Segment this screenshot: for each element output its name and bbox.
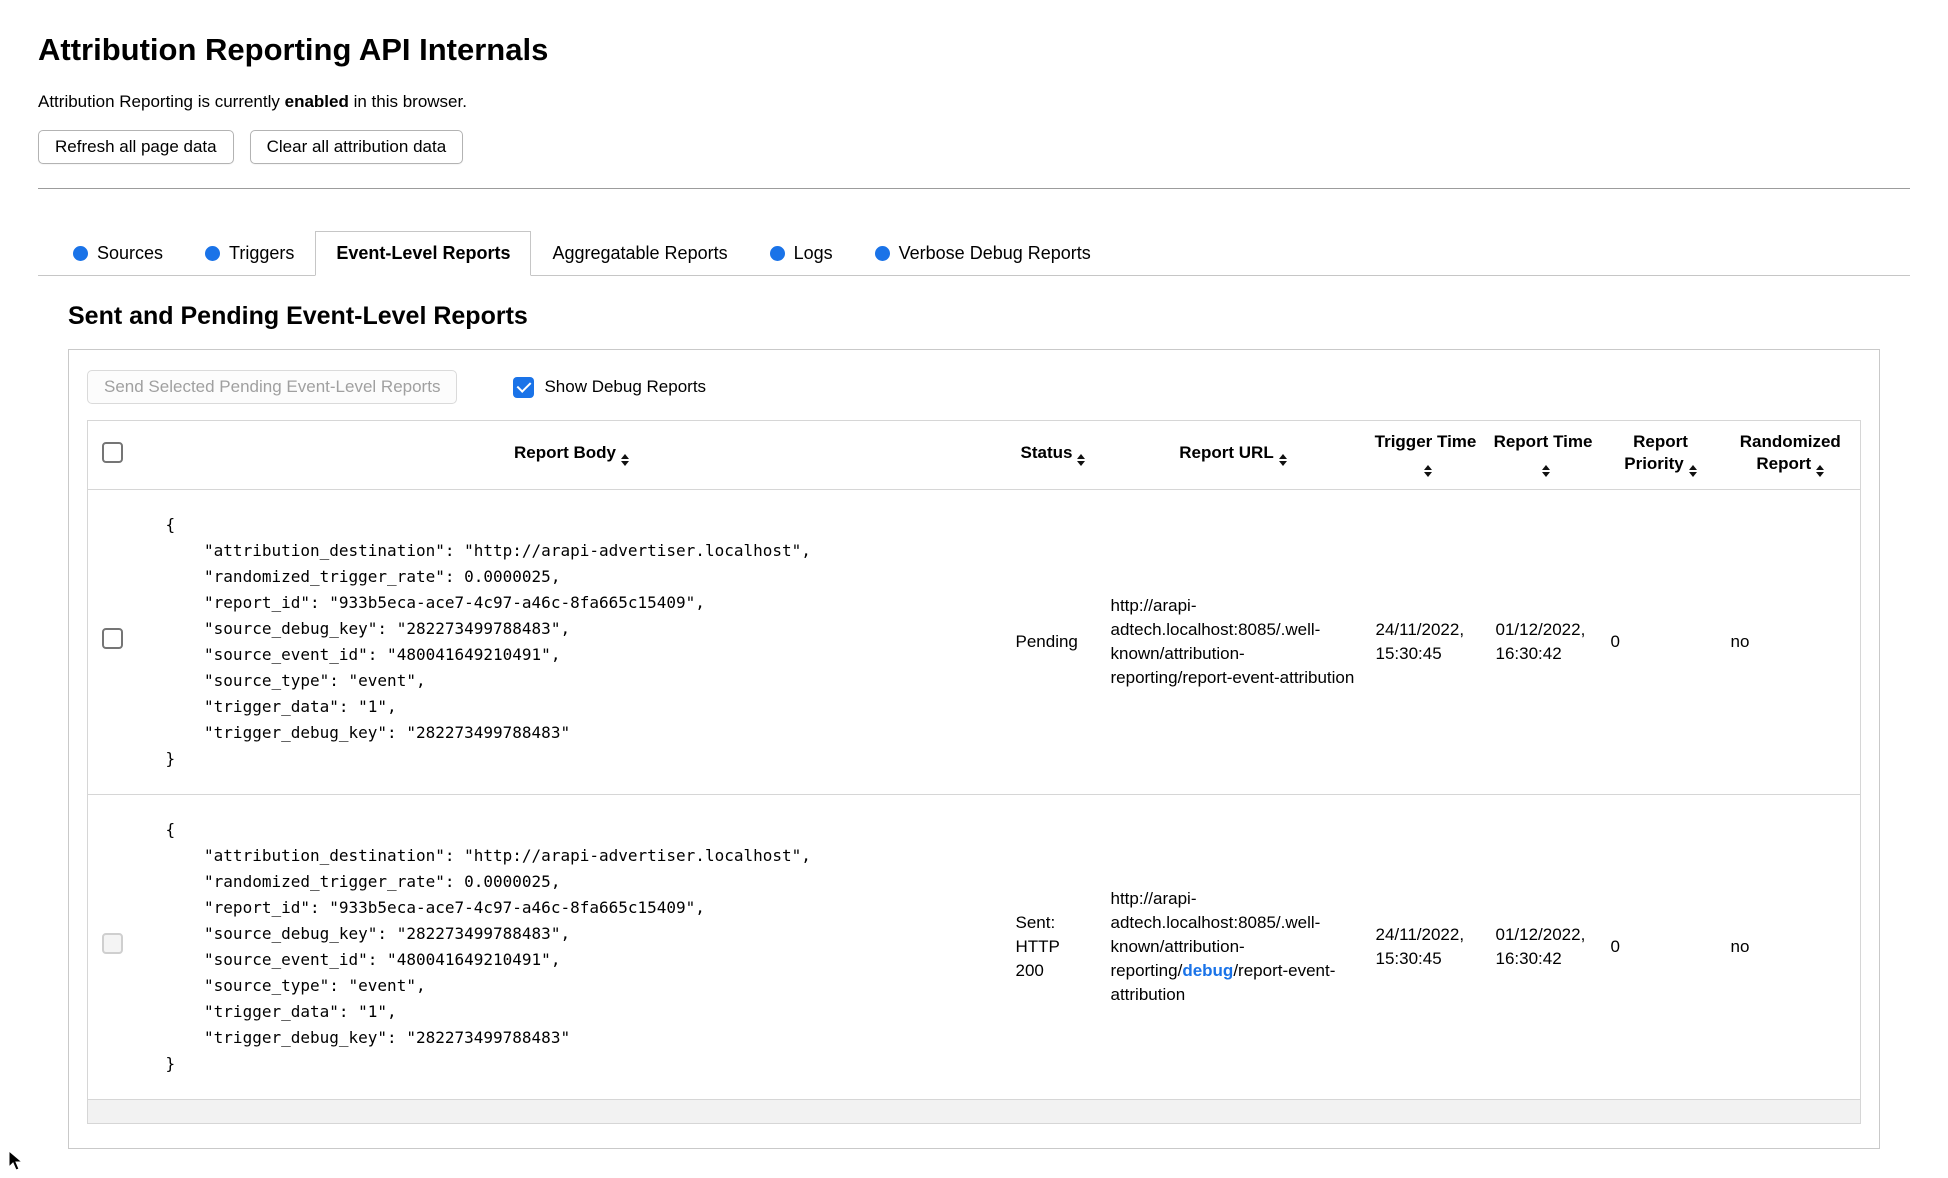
divider-line bbox=[38, 188, 1910, 189]
tab-verbose-debug-reports[interactable]: Verbose Debug Reports bbox=[854, 231, 1112, 276]
row-select-checkbox[interactable] bbox=[102, 628, 124, 649]
report-body-cell: { "attribution_destination": "http://ara… bbox=[137, 489, 1006, 795]
tab-bar: Sources Triggers Event-Level Reports Agg… bbox=[38, 231, 1910, 276]
column-header-label: Report Time bbox=[1493, 432, 1593, 451]
column-header-label: Report Priority bbox=[1624, 432, 1688, 473]
report-time-cell: 01/12/2022, 16:30:42 bbox=[1485, 794, 1601, 1100]
clear-all-button[interactable]: Clear all attribution data bbox=[249, 130, 464, 164]
column-header-label: Report URL bbox=[1179, 443, 1274, 462]
tab-label: Aggregatable Reports bbox=[552, 243, 728, 263]
sort-arrows-icon bbox=[1424, 465, 1432, 477]
sort-arrows-icon bbox=[1816, 465, 1825, 477]
show-debug-reports-toggle[interactable]: Show Debug Reports bbox=[513, 376, 707, 398]
table-footer-row bbox=[87, 1099, 1861, 1124]
tab-logs[interactable]: Logs bbox=[749, 231, 854, 276]
column-header-label: Trigger Time bbox=[1374, 432, 1477, 451]
column-header-randomized-report[interactable]: Randomized Report bbox=[1720, 420, 1861, 490]
event-level-reports-panel: Send Selected Pending Event-Level Report… bbox=[68, 349, 1880, 1149]
sort-arrows-icon bbox=[1077, 454, 1086, 466]
column-header-label: Report Body bbox=[514, 443, 616, 462]
report-body-json: { "attribution_destination": "http://ara… bbox=[165, 820, 811, 1073]
blue-dot-icon bbox=[73, 246, 88, 261]
sort-arrows-icon bbox=[621, 454, 629, 466]
report-controls: Send Selected Pending Event-Level Report… bbox=[87, 370, 1861, 404]
report-time-cell: 01/12/2022, 16:30:42 bbox=[1485, 489, 1601, 795]
mouse-cursor-icon bbox=[8, 1150, 24, 1171]
column-header-trigger-time[interactable]: Trigger Time bbox=[1365, 420, 1486, 490]
table-footer-strip bbox=[87, 1099, 1861, 1124]
status-line: Attribution Reporting is currently enabl… bbox=[38, 92, 1910, 112]
event-level-reports-table: Report Body Status Report URL Trigger Ti… bbox=[87, 420, 1861, 1124]
blue-dot-icon bbox=[205, 246, 221, 261]
report-url-suffix: report-event-attribution bbox=[1182, 668, 1355, 687]
report-row: { "attribution_destination": "http://ara… bbox=[87, 794, 1861, 1100]
refresh-all-button[interactable]: Refresh all page data bbox=[38, 130, 234, 164]
tab-label: Event-Level Reports bbox=[336, 243, 511, 263]
select-all-header[interactable] bbox=[87, 420, 138, 490]
row-select-cell bbox=[87, 794, 138, 1100]
row-select-checkbox-disabled bbox=[102, 933, 124, 954]
status-enabled-text: enabled bbox=[284, 92, 349, 111]
table-header-row: Report Body Status Report URL Trigger Ti… bbox=[87, 420, 1861, 490]
report-url-cell: http://arapi-adtech.localhost:8085/.well… bbox=[1100, 489, 1366, 795]
report-body-cell: { "attribution_destination": "http://ara… bbox=[137, 794, 1006, 1100]
page-title: Attribution Reporting API Internals bbox=[38, 32, 549, 67]
column-header-label: Status bbox=[1020, 443, 1073, 462]
tab-triggers[interactable]: Triggers bbox=[184, 231, 315, 276]
column-header-report-url[interactable]: Report URL bbox=[1100, 420, 1366, 490]
tab-aggregatable-reports[interactable]: Aggregatable Reports bbox=[531, 231, 748, 276]
column-header-label: Randomized Report bbox=[1739, 432, 1841, 473]
blue-dot-icon bbox=[874, 246, 890, 261]
show-debug-reports-label: Show Debug Reports bbox=[544, 377, 707, 396]
report-row: { "attribution_destination": "http://ara… bbox=[87, 489, 1861, 795]
tab-label: Logs bbox=[793, 243, 833, 263]
blue-dot-icon bbox=[769, 246, 785, 261]
report-url-cell: http://arapi-adtech.localhost:8085/.well… bbox=[1100, 794, 1366, 1100]
send-selected-pending-button[interactable]: Send Selected Pending Event-Level Report… bbox=[87, 370, 458, 404]
tab-label: Sources bbox=[97, 243, 164, 263]
status-text-prefix: Attribution Reporting is currently bbox=[38, 92, 285, 111]
row-select-cell bbox=[87, 489, 138, 795]
report-body-json: { "attribution_destination": "http://ara… bbox=[165, 515, 811, 768]
column-header-report-priority[interactable]: Report Priority bbox=[1600, 420, 1721, 490]
show-debug-reports-checkbox[interactable] bbox=[513, 376, 535, 398]
tab-label: Triggers bbox=[229, 243, 295, 263]
report-url-debug-part: debug bbox=[1182, 961, 1234, 980]
trigger-time-cell: 24/11/2022, 15:30:45 bbox=[1365, 794, 1486, 1100]
section-heading: Sent and Pending Event-Level Reports bbox=[68, 302, 528, 330]
trigger-time-cell: 24/11/2022, 15:30:45 bbox=[1365, 489, 1486, 795]
sort-arrows-icon bbox=[1278, 454, 1287, 466]
select-all-checkbox[interactable] bbox=[102, 441, 124, 463]
column-header-report-body[interactable]: Report Body bbox=[137, 420, 1006, 490]
tab-sources[interactable]: Sources bbox=[52, 231, 184, 276]
randomized-report-cell: no bbox=[1720, 794, 1861, 1100]
sort-arrows-icon bbox=[1688, 465, 1697, 477]
randomized-report-cell: no bbox=[1720, 489, 1861, 795]
status-cell: Sent: HTTP 200 bbox=[1005, 794, 1101, 1100]
column-header-report-time[interactable]: Report Time bbox=[1485, 420, 1601, 490]
page-actions: Refresh all page data Clear all attribut… bbox=[38, 130, 1910, 164]
report-priority-cell: 0 bbox=[1600, 794, 1721, 1100]
report-priority-cell: 0 bbox=[1600, 489, 1721, 795]
column-header-status[interactable]: Status bbox=[1005, 420, 1101, 490]
status-text-suffix: in this browser. bbox=[348, 92, 467, 111]
status-cell: Pending bbox=[1005, 489, 1101, 795]
sort-arrows-icon bbox=[1541, 465, 1550, 477]
tab-label: Verbose Debug Reports bbox=[898, 243, 1091, 263]
tab-event-level-reports[interactable]: Event-Level Reports bbox=[315, 231, 532, 276]
